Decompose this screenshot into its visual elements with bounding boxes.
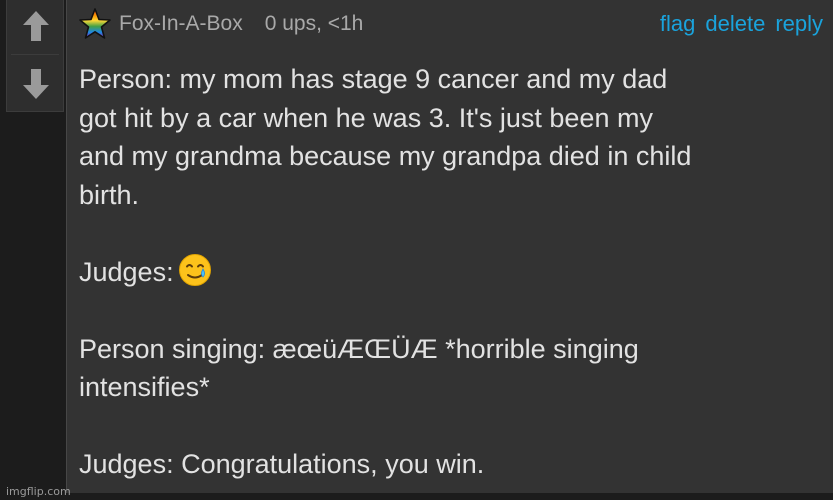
arrow-up-icon (23, 11, 49, 41)
comment: Fox-In-A-Box 0 ups, <1h flag delete repl… (66, 0, 833, 493)
rainbow-star-icon[interactable] (79, 8, 111, 40)
judges-label: Judges: (79, 256, 174, 287)
smiling-face-with-tear-emoji (178, 253, 211, 286)
upvote-button[interactable] (7, 0, 65, 52)
vote-divider (11, 54, 59, 55)
comment-line: and my grandma because my grandpa died i… (79, 141, 692, 171)
comment-line: Judges: Congratulations, you win. (79, 449, 485, 479)
comment-meta: 0 ups, <1h (264, 12, 364, 35)
comment-line: intensifies* (79, 372, 210, 402)
comment-body: Person: my mom has stage 9 cancer and my… (79, 60, 819, 484)
delete-link[interactable]: delete (705, 11, 765, 37)
arrow-down-icon (23, 69, 49, 99)
vote-column (6, 0, 64, 112)
comment-username[interactable]: Fox-In-A-Box (119, 12, 243, 36)
flag-link[interactable]: flag (660, 11, 695, 37)
comment-line: birth. (79, 179, 140, 210)
comment-line: Person: my mom has stage 9 cancer and my… (79, 64, 668, 94)
comment-actions: flag delete reply (660, 11, 823, 37)
judges-line-1: Judges: (79, 253, 819, 292)
reply-link[interactable]: reply (775, 11, 823, 37)
downvote-button[interactable] (7, 58, 65, 110)
comment-line: Person singing: æœüÆŒÜÆ *horrible singin… (79, 333, 639, 364)
watermark: imgflip.com (6, 485, 71, 498)
comment-header: Fox-In-A-Box 0 ups, <1h flag delete repl… (79, 4, 823, 44)
comment-line: got hit by a car when he was 3. It's jus… (79, 102, 653, 133)
